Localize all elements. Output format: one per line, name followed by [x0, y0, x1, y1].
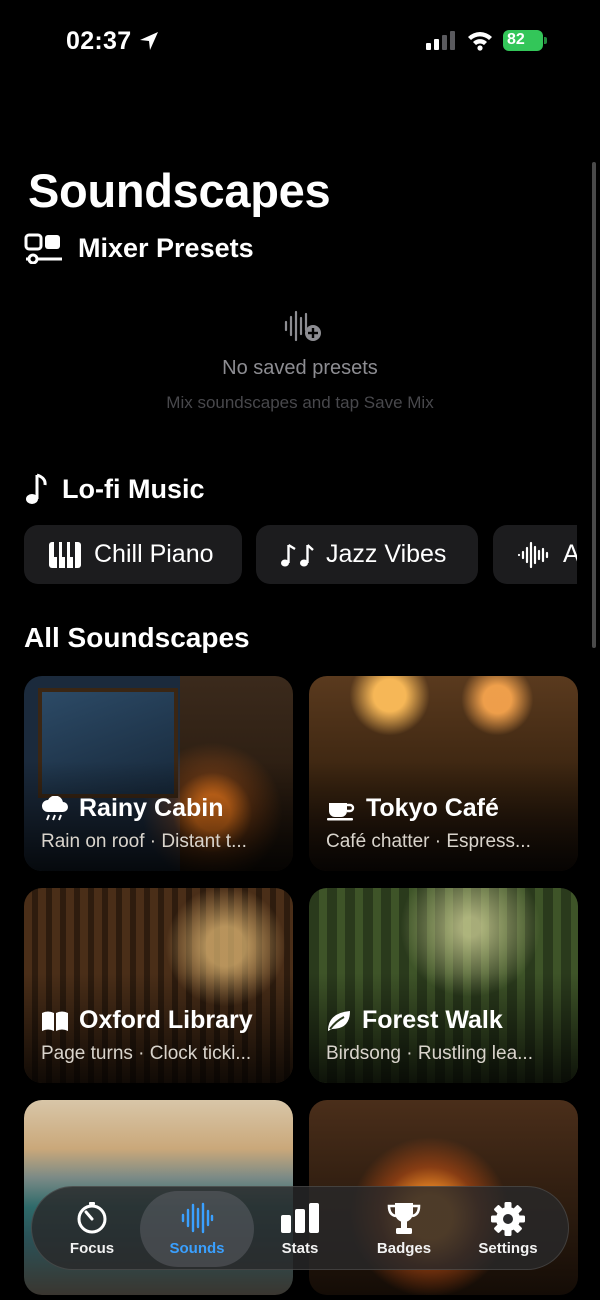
lofi-chips-scroller[interactable]: Chill Piano Jazz Vibes A: [24, 525, 577, 585]
tab-badges[interactable]: Badges: [352, 1187, 456, 1271]
chip-label: Jazz Vibes: [326, 540, 447, 568]
tab-label: Sounds: [169, 1240, 225, 1257]
card-title: Tokyo Café: [326, 794, 499, 823]
waveform-icon: [517, 541, 549, 568]
battery-indicator: 82: [503, 30, 547, 51]
empty-presets-title: No saved presets: [222, 357, 378, 379]
card-title-text: Forest Walk: [362, 1006, 503, 1034]
tab-label: Stats: [281, 1240, 319, 1257]
piano-icon: [49, 541, 81, 568]
all-soundscapes-header: All Soundscapes: [24, 622, 250, 654]
chip-label: A: [563, 540, 577, 568]
trophy-icon: [387, 1203, 421, 1234]
card-subtitle: Rain on roof · Distant t...: [41, 831, 247, 852]
card-tokyo-cafe[interactable]: Tokyo Café Café chatter · Espress...: [309, 676, 578, 871]
lofi-header: Lo-fi Music: [24, 472, 205, 506]
coffee-cup-icon: [327, 802, 355, 820]
lofi-title: Lo-fi Music: [62, 473, 205, 504]
card-forest-walk[interactable]: Forest Walk Birdsong · Rustling lea...: [309, 888, 578, 1083]
status-time: 02:37: [66, 27, 132, 55]
chip-chill-piano[interactable]: Chill Piano: [24, 525, 242, 584]
card-subtitle: Page turns · Clock ticki...: [41, 1043, 252, 1064]
mixer-presets-title: Mixer Presets: [78, 232, 254, 263]
book-icon: [42, 1011, 68, 1031]
card-title-text: Rainy Cabin: [79, 794, 224, 822]
empty-presets-subtitle: Mix soundscapes and tap Save Mix: [166, 393, 434, 412]
tab-stats[interactable]: Stats: [248, 1187, 352, 1271]
music-note-icon: [26, 473, 47, 504]
chip-jazz-vibes[interactable]: Jazz Vibes: [256, 525, 478, 584]
cellular-signal-icon: [426, 31, 455, 50]
card-subtitle: Birdsong · Rustling lea...: [326, 1043, 533, 1064]
gear-icon: [491, 1202, 525, 1236]
mixer-presets-header: Mixer Presets: [24, 232, 254, 264]
tab-label: Settings: [478, 1240, 538, 1257]
card-title: Forest Walk: [326, 1006, 503, 1035]
tab-bar: Focus Sounds Stats Badges Settings: [31, 1186, 569, 1270]
music-notes-icon: [281, 543, 314, 566]
tab-focus[interactable]: Focus: [40, 1187, 144, 1271]
card-title: Oxford Library: [41, 1006, 253, 1035]
leaf-icon: [328, 1010, 350, 1031]
card-oxford-library[interactable]: Oxford Library Page turns · Clock ticki.…: [24, 888, 293, 1083]
chip-ambient[interactable]: A: [493, 525, 577, 584]
timer-icon: [77, 1202, 107, 1234]
card-title: Rainy Cabin: [41, 794, 223, 823]
all-soundscapes-title: All Soundscapes: [24, 622, 250, 653]
page-title: Soundscapes: [28, 164, 331, 217]
tab-settings[interactable]: Settings: [456, 1187, 560, 1271]
wifi-icon: [468, 32, 492, 51]
waveform-add-icon: [284, 310, 321, 342]
card-rainy-cabin[interactable]: Rainy Cabin Rain on roof · Distant t...: [24, 676, 293, 871]
tab-label: Badges: [376, 1240, 432, 1257]
tab-label: Focus: [69, 1240, 115, 1257]
card-subtitle: Café chatter · Espress...: [326, 831, 531, 852]
card-title-text: Oxford Library: [79, 1006, 253, 1034]
cloud-rain-icon: [42, 795, 68, 820]
chip-label: Chill Piano: [94, 540, 214, 568]
location-arrow-icon: [140, 32, 158, 50]
bar-chart-icon: [281, 1203, 319, 1233]
battery-level: 82: [507, 31, 525, 48]
waveform-icon: [181, 1202, 214, 1234]
tab-sounds[interactable]: Sounds: [140, 1191, 254, 1267]
card-title-text: Tokyo Café: [366, 794, 499, 822]
status-bar: 02:37 82: [0, 0, 600, 80]
mixer-presets-icon: [24, 233, 62, 264]
